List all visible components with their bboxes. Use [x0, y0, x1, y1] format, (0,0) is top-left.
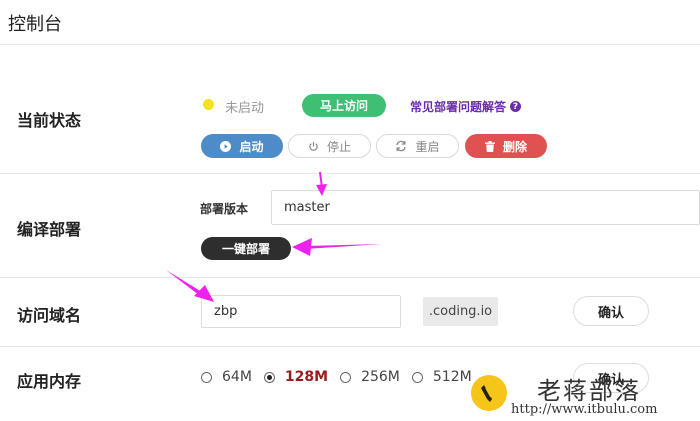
arrow-to-domain-input — [166, 270, 214, 302]
watermark-logo-icon — [471, 375, 507, 411]
watermark-name: 老蒋部落 — [537, 377, 641, 405]
arrow-to-deploy-button — [292, 238, 382, 256]
watermark-url: http://www.itbulu.com — [511, 402, 658, 417]
arrow-to-version-input — [316, 171, 327, 196]
annotation-arrows — [166, 171, 382, 302]
